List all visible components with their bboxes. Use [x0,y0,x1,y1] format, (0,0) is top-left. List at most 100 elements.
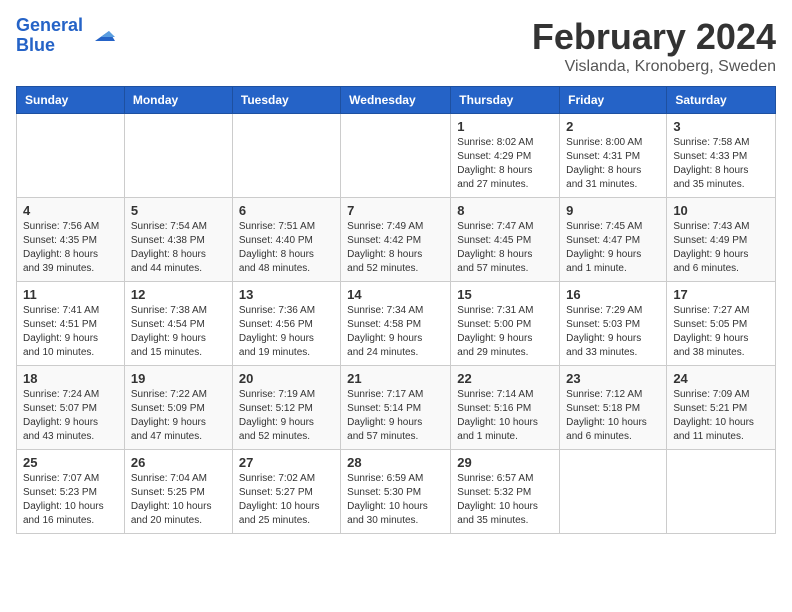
weekday-header: Monday [124,87,232,114]
day-info: Sunrise: 6:57 AM Sunset: 5:32 PM Dayligh… [457,472,553,528]
day-info: Sunrise: 6:59 AM Sunset: 5:30 PM Dayligh… [347,472,444,528]
calendar-cell: 15 Sunrise: 7:31 AM Sunset: 5:00 PM Dayli… [451,282,560,366]
calendar-week-row: 18 Sunrise: 7:24 AM Sunset: 5:07 PM Dayli… [17,366,776,450]
day-number: 7 [347,203,444,218]
day-number: 8 [457,203,553,218]
calendar-cell [232,114,340,198]
calendar-cell: 10 Sunrise: 7:43 AM Sunset: 4:49 PM Dayli… [667,198,776,282]
calendar-cell: 23Sunrise: 7:12 AM Sunset: 5:18 PM Dayli… [560,366,667,450]
day-number: 11 [23,287,118,302]
day-number: 18 [23,371,118,386]
day-number: 13 [239,287,334,302]
calendar-cell: 24 Sunrise: 7:09 AM Sunset: 5:21 PM Dayli… [667,366,776,450]
calendar-table: SundayMondayTuesdayWednesdayThursdayFrid… [16,86,776,534]
calendar-week-row: 1 Sunrise: 8:02 AM Sunset: 4:29 PM Daylig… [17,114,776,198]
day-number: 4 [23,203,118,218]
calendar-cell: 8 Sunrise: 7:47 AM Sunset: 4:45 PM Daylig… [451,198,560,282]
day-number: 1 [457,119,553,134]
weekday-header: Friday [560,87,667,114]
calendar-cell: 21 Sunrise: 7:17 AM Sunset: 5:14 PM Dayli… [341,366,451,450]
calendar-cell: 3Sunrise: 7:58 AM Sunset: 4:33 PM Daylig… [667,114,776,198]
day-info: Sunrise: 7:34 AM Sunset: 4:58 PM Dayligh… [347,304,444,360]
day-info: Sunrise: 7:31 AM Sunset: 5:00 PM Dayligh… [457,304,553,360]
calendar-cell: 14 Sunrise: 7:34 AM Sunset: 4:58 PM Dayli… [341,282,451,366]
day-number: 12 [131,287,226,302]
day-number: 27 [239,455,334,470]
calendar-cell: 4 Sunrise: 7:56 AM Sunset: 4:35 PM Daylig… [17,198,125,282]
day-info: Sunrise: 7:09 AM Sunset: 5:21 PM Dayligh… [673,388,769,444]
day-info: Sunrise: 7:54 AM Sunset: 4:38 PM Dayligh… [131,220,226,276]
weekday-header: Tuesday [232,87,340,114]
calendar-cell: 9 Sunrise: 7:45 AM Sunset: 4:47 PM Daylig… [560,198,667,282]
day-number: 2 [566,119,660,134]
day-number: 20 [239,371,334,386]
day-info: Sunrise: 7:29 AM Sunset: 5:03 PM Dayligh… [566,304,660,360]
day-info: Sunrise: 7:19 AM Sunset: 5:12 PM Dayligh… [239,388,334,444]
day-info: Sunrise: 7:51 AM Sunset: 4:40 PM Dayligh… [239,220,334,276]
day-info: Sunrise: 7:17 AM Sunset: 5:14 PM Dayligh… [347,388,444,444]
calendar-cell: 19Sunrise: 7:22 AM Sunset: 5:09 PM Dayli… [124,366,232,450]
day-number: 14 [347,287,444,302]
calendar-week-row: 4 Sunrise: 7:56 AM Sunset: 4:35 PM Daylig… [17,198,776,282]
calendar-cell: 5 Sunrise: 7:54 AM Sunset: 4:38 PM Daylig… [124,198,232,282]
day-info: Sunrise: 8:00 AM Sunset: 4:31 PM Dayligh… [566,136,660,192]
calendar-cell: 17Sunrise: 7:27 AM Sunset: 5:05 PM Dayli… [667,282,776,366]
weekday-header: Saturday [667,87,776,114]
day-number: 9 [566,203,660,218]
calendar-cell: 27 Sunrise: 7:02 AM Sunset: 5:27 PM Dayli… [232,450,340,534]
logo-icon [87,21,117,51]
calendar-cell: 26 Sunrise: 7:04 AM Sunset: 5:25 PM Dayli… [124,450,232,534]
month-title: February 2024 [532,16,776,58]
calendar-cell [667,450,776,534]
calendar-cell: 29 Sunrise: 6:57 AM Sunset: 5:32 PM Dayli… [451,450,560,534]
page-header: General Blue February 2024 Vislanda, Kro… [16,16,776,76]
calendar-cell: 18 Sunrise: 7:24 AM Sunset: 5:07 PM Dayli… [17,366,125,450]
calendar-cell: 16 Sunrise: 7:29 AM Sunset: 5:03 PM Dayli… [560,282,667,366]
weekday-header: Sunday [17,87,125,114]
day-info: Sunrise: 7:36 AM Sunset: 4:56 PM Dayligh… [239,304,334,360]
day-info: Sunrise: 7:02 AM Sunset: 5:27 PM Dayligh… [239,472,334,528]
day-info: Sunrise: 7:38 AM Sunset: 4:54 PM Dayligh… [131,304,226,360]
calendar-cell: 11 Sunrise: 7:41 AM Sunset: 4:51 PM Dayli… [17,282,125,366]
calendar-cell: 22Sunrise: 7:14 AM Sunset: 5:16 PM Dayli… [451,366,560,450]
day-number: 23 [566,371,660,386]
day-number: 15 [457,287,553,302]
day-info: Sunrise: 7:07 AM Sunset: 5:23 PM Dayligh… [23,472,118,528]
day-info: Sunrise: 8:02 AM Sunset: 4:29 PM Dayligh… [457,136,553,192]
day-number: 5 [131,203,226,218]
calendar-cell: 2 Sunrise: 8:00 AM Sunset: 4:31 PM Daylig… [560,114,667,198]
calendar-cell [17,114,125,198]
day-info: Sunrise: 7:56 AM Sunset: 4:35 PM Dayligh… [23,220,118,276]
day-number: 16 [566,287,660,302]
calendar-week-row: 11 Sunrise: 7:41 AM Sunset: 4:51 PM Dayli… [17,282,776,366]
day-number: 3 [673,119,769,134]
calendar-cell: 20 Sunrise: 7:19 AM Sunset: 5:12 PM Dayli… [232,366,340,450]
day-number: 28 [347,455,444,470]
day-info: Sunrise: 7:41 AM Sunset: 4:51 PM Dayligh… [23,304,118,360]
calendar-week-row: 25Sunrise: 7:07 AM Sunset: 5:23 PM Dayli… [17,450,776,534]
day-info: Sunrise: 7:47 AM Sunset: 4:45 PM Dayligh… [457,220,553,276]
day-info: Sunrise: 7:04 AM Sunset: 5:25 PM Dayligh… [131,472,226,528]
calendar-cell [560,450,667,534]
calendar-cell: 6 Sunrise: 7:51 AM Sunset: 4:40 PM Daylig… [232,198,340,282]
day-number: 26 [131,455,226,470]
day-number: 17 [673,287,769,302]
calendar-cell: 12 Sunrise: 7:38 AM Sunset: 4:54 PM Dayli… [124,282,232,366]
day-number: 10 [673,203,769,218]
day-info: Sunrise: 7:43 AM Sunset: 4:49 PM Dayligh… [673,220,769,276]
title-area: February 2024 Vislanda, Kronoberg, Swede… [532,16,776,76]
calendar-cell: 28 Sunrise: 6:59 AM Sunset: 5:30 PM Dayli… [341,450,451,534]
day-number: 24 [673,371,769,386]
logo: General Blue [16,16,117,56]
day-number: 29 [457,455,553,470]
logo-subtext: Blue [16,36,83,56]
day-info: Sunrise: 7:45 AM Sunset: 4:47 PM Dayligh… [566,220,660,276]
weekday-header: Thursday [451,87,560,114]
day-info: Sunrise: 7:24 AM Sunset: 5:07 PM Dayligh… [23,388,118,444]
calendar-header-row: SundayMondayTuesdayWednesdayThursdayFrid… [17,87,776,114]
day-number: 6 [239,203,334,218]
day-info: Sunrise: 7:14 AM Sunset: 5:16 PM Dayligh… [457,388,553,444]
logo-text: General [16,16,83,36]
day-number: 21 [347,371,444,386]
calendar-cell: 13 Sunrise: 7:36 AM Sunset: 4:56 PM Dayli… [232,282,340,366]
